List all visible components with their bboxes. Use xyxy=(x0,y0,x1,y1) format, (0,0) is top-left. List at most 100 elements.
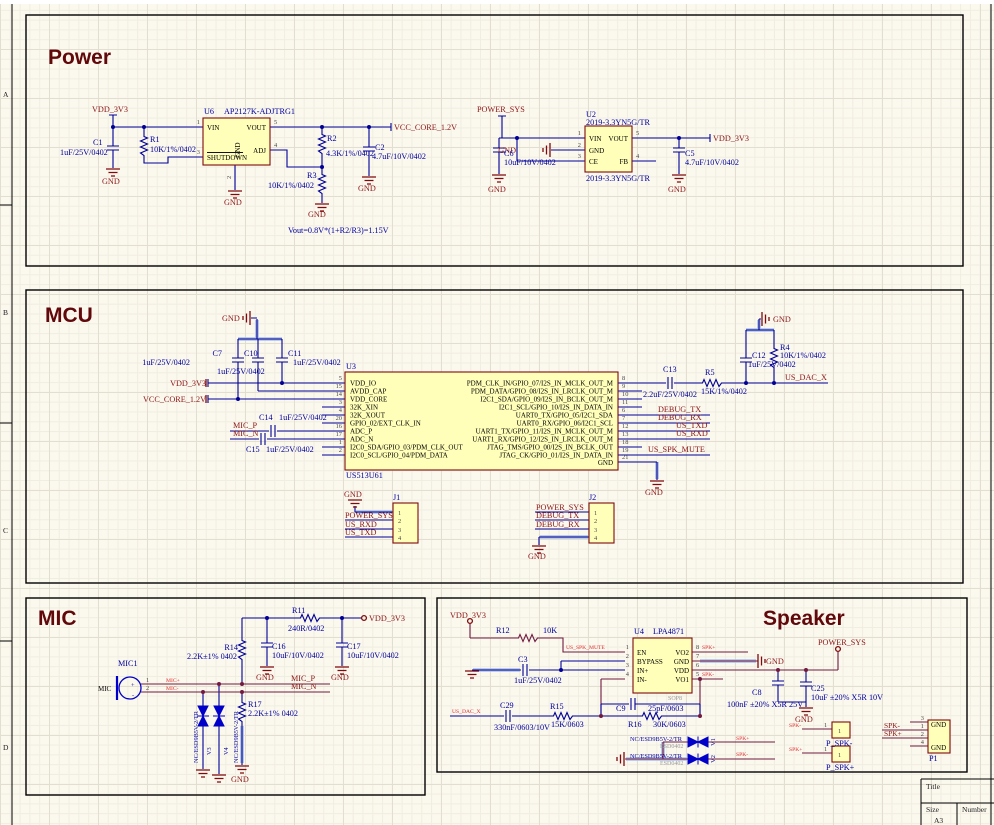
c16-ref: C16 xyxy=(272,642,286,651)
net-label-mic-n: MIC_N xyxy=(291,682,317,691)
svg-text:8: 8 xyxy=(696,644,699,651)
gnd-label: GND xyxy=(766,657,784,666)
svg-text:4: 4 xyxy=(626,671,630,678)
svg-text:VOUT: VOUT xyxy=(609,135,629,143)
svg-text:3: 3 xyxy=(339,399,342,406)
u3-ref[interactable]: U3 xyxy=(346,362,356,371)
svg-text:EN: EN xyxy=(637,649,646,657)
gnd-label: GND xyxy=(256,673,274,682)
j1-net-labels[interactable]: POWER_SYS US_RXD US_TXD xyxy=(345,511,393,537)
net-label-spk-plus: SPK+ xyxy=(884,729,902,738)
power-sys-port-circle[interactable] xyxy=(836,647,841,652)
v3-part: NC/ESD9B5V-2/TR xyxy=(193,710,200,763)
mic-labels[interactable]: MIC1 MIC 1 2 MIC+ MIC- MIC_P MIC_N VDD_3… xyxy=(98,606,405,784)
c3-ref: C3 xyxy=(518,655,528,664)
svg-text:5: 5 xyxy=(696,671,699,678)
title-label: Title xyxy=(926,782,941,791)
svg-text:I2C1_SDA/GPIO_09/I2S_IN_BCLK_O: I2C1_SDA/GPIO_09/I2S_IN_BCLK_OUT_M xyxy=(480,396,613,404)
u2-part-footer[interactable]: 2019-3.3YN5G/TR xyxy=(586,174,650,183)
gnd-label: GND xyxy=(222,314,240,323)
r14-val: 2.2K±1% 0402 xyxy=(187,652,237,661)
mic-minus-sign: - xyxy=(132,692,134,699)
v2-part: NC/ESD9B5V-2/TR xyxy=(630,753,683,760)
p1-ref: P1 xyxy=(929,754,938,763)
svg-text:VDD_CORE: VDD_CORE xyxy=(350,396,387,404)
mic1-symbol[interactable]: + - xyxy=(117,676,141,700)
c5-ref: C5 xyxy=(685,149,695,158)
svg-text:VDD: VDD xyxy=(674,667,689,675)
svg-text:6: 6 xyxy=(622,407,625,414)
r11-ref: R11 xyxy=(292,606,305,615)
gnd-label: GND xyxy=(102,177,120,186)
c7-val: 1uF/25V/0402 xyxy=(142,358,190,367)
svg-text:2: 2 xyxy=(578,142,581,149)
r4-val: 10K/1%/0402 xyxy=(780,351,826,360)
svg-text:4: 4 xyxy=(339,407,343,414)
tvs-v4[interactable] xyxy=(213,706,225,726)
r2-ref: R2 xyxy=(327,134,337,143)
mic-title: MIC xyxy=(38,607,77,630)
power-section: Power U6 xyxy=(26,15,963,266)
c3-val: 1uF/25V/0402 xyxy=(514,676,562,685)
c12-val: 1uF/25V/0402 xyxy=(748,360,796,369)
c29-val: 330nF/0603/10V xyxy=(494,723,550,732)
c15-ref: C15 xyxy=(246,445,260,454)
tvs-v1[interactable] xyxy=(688,737,708,748)
net-label-vdd3v3: VDD_3V3 xyxy=(170,379,206,388)
power-box xyxy=(26,15,963,266)
schematic-canvas[interactable]: A B C D Title Size A3 Number Power xyxy=(0,0,994,825)
number-label: Number xyxy=(962,805,987,814)
svg-text:4: 4 xyxy=(274,142,278,149)
u6-part[interactable]: AP2127K-ADJTRG1 xyxy=(224,107,295,116)
j2-body[interactable] xyxy=(589,503,614,543)
speaker-labels[interactable]: VDD_3V3 POWER_SYS US_SPK_MUTE US_DAC_X S… xyxy=(450,611,946,772)
svg-text:POWER_SYS: POWER_SYS xyxy=(345,511,393,520)
svg-text:7: 7 xyxy=(696,653,700,660)
r1-val: 10K/1%/0402 xyxy=(150,145,196,154)
size-value: A3 xyxy=(934,816,943,825)
j1-ref[interactable]: J1 xyxy=(393,493,400,502)
svg-text:UART1_TX/GPIO_11/I2S_IN_MCLK_O: UART1_TX/GPIO_11/I2S_IN_MCLK_OUT_M xyxy=(476,428,614,436)
r16-val: 30K/0603 xyxy=(653,720,686,729)
svg-text:11: 11 xyxy=(622,399,628,406)
gnd-label: GND xyxy=(668,185,686,194)
svg-text:2: 2 xyxy=(339,447,342,454)
svg-text:9: 9 xyxy=(622,383,625,390)
c14-val: 1uF/25V/0402 xyxy=(279,413,327,422)
net-label-vdd3v3: VDD_3V3 xyxy=(369,614,405,623)
net-label-us-spk-mute: US_SPK_MUTE xyxy=(566,645,605,651)
gnd-label: GND xyxy=(231,775,249,784)
svg-text:GND: GND xyxy=(598,459,613,467)
j2-net-labels[interactable]: POWER_SYS DEBUG_TX DEBUG_RX xyxy=(536,503,584,529)
row-letter-b: B xyxy=(3,308,8,317)
j2-ref[interactable]: J2 xyxy=(589,493,596,502)
mic1-label: MIC xyxy=(98,685,112,693)
svg-text:DEBUG_TX: DEBUG_TX xyxy=(536,511,579,520)
svg-text:VO2: VO2 xyxy=(675,649,689,657)
j1-body[interactable] xyxy=(393,503,418,543)
r12-ref: R12 xyxy=(496,626,510,635)
tvs-v2[interactable] xyxy=(688,754,708,765)
u3-footer[interactable]: US513U61 xyxy=(346,471,383,480)
svg-text:UART0_RX/GPIO_06/I2C1_SCL: UART0_RX/GPIO_06/I2C1_SCL xyxy=(517,420,613,428)
vout-formula: Vout=0.8V*(1+R2/R3)=1.15V xyxy=(288,226,389,235)
gnd-label: GND xyxy=(645,488,663,497)
u2-part[interactable]: 2019-3.3YN5G/TR xyxy=(586,118,650,127)
svg-text:DEBUG_RX: DEBUG_RX xyxy=(536,520,580,529)
r5-val: 15K/1%/0402 xyxy=(701,387,747,396)
r17-ref: R17 xyxy=(248,700,262,709)
svg-text:17: 17 xyxy=(336,431,343,438)
mic-box xyxy=(26,598,425,795)
svg-text:UART0_TX/GPIO_05/I2C1_SDA: UART0_TX/GPIO_05/I2C1_SDA xyxy=(516,412,613,420)
speaker-box xyxy=(437,598,967,772)
c11-val: 1uF/25V/0402 xyxy=(293,358,341,367)
size-label: Size xyxy=(926,805,940,814)
u4-ref[interactable]: U4 xyxy=(634,627,644,636)
svg-text:20: 20 xyxy=(336,415,342,422)
r3-val: 10K/1%/0402 xyxy=(268,181,314,190)
svg-text:GND: GND xyxy=(234,142,242,157)
u6-ref[interactable]: U6 xyxy=(204,107,214,116)
vdd-port-circle[interactable] xyxy=(362,616,367,621)
c14-ref: C14 xyxy=(259,413,273,422)
u4-part[interactable]: LPA4871 xyxy=(653,627,684,636)
